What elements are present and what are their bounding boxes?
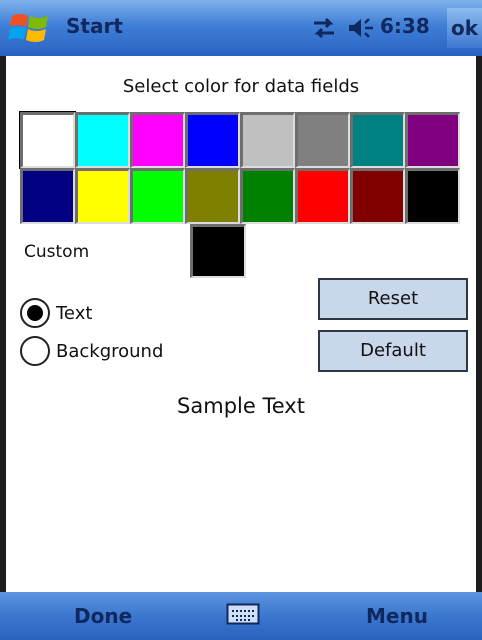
radio-text-label: Text [56, 302, 93, 324]
windows-flag-icon[interactable] [8, 8, 52, 48]
color-swatch-maroon[interactable] [350, 168, 405, 224]
app-title[interactable]: Start [66, 14, 123, 38]
color-swatch-gray[interactable] [295, 112, 350, 168]
radio-background-option[interactable]: Background [20, 336, 163, 366]
custom-color-swatch[interactable] [190, 224, 246, 278]
color-palette [19, 111, 460, 224]
content-area: Select color for data fields Custom Text… [0, 56, 482, 592]
volume-icon[interactable] [347, 16, 377, 40]
color-swatch-red[interactable] [295, 168, 350, 224]
sample-text: Sample Text [177, 394, 305, 418]
done-softkey[interactable]: Done [74, 604, 132, 628]
color-swatch-silver[interactable] [240, 112, 295, 168]
clock[interactable]: 6:38 [380, 14, 430, 38]
softkey-bar: Done Menu [0, 592, 482, 640]
menu-softkey[interactable]: Menu [366, 604, 428, 628]
page-heading: Select color for data fields [122, 76, 360, 97]
color-swatch-lime[interactable] [130, 168, 185, 224]
radio-background-label: Background [56, 340, 164, 362]
color-swatch-cyan[interactable] [75, 112, 130, 168]
radio-background-button[interactable] [20, 336, 50, 366]
keyboard-icon[interactable] [226, 602, 260, 626]
color-swatch-navy[interactable] [20, 168, 75, 224]
color-swatch-yellow[interactable] [75, 168, 130, 224]
color-swatch-magenta[interactable] [130, 112, 185, 168]
custom-label: Custom [24, 242, 90, 262]
reset-button[interactable]: Reset [318, 278, 468, 320]
connectivity-icon[interactable] [310, 16, 338, 40]
color-swatch-olive[interactable] [185, 168, 240, 224]
color-swatch-teal[interactable] [350, 112, 405, 168]
radio-selected-dot [27, 305, 43, 321]
color-swatch-white[interactable] [19, 111, 76, 169]
ok-button[interactable]: ok [447, 8, 482, 48]
color-swatch-black[interactable] [405, 168, 460, 224]
radio-text-option[interactable]: Text [20, 298, 92, 328]
title-bar: Start 6:38 ok [0, 0, 482, 56]
radio-text-button[interactable] [20, 298, 50, 328]
color-swatch-purple[interactable] [405, 112, 460, 168]
color-swatch-green[interactable] [240, 168, 295, 224]
color-swatch-blue[interactable] [185, 112, 240, 168]
default-button[interactable]: Default [318, 330, 468, 372]
